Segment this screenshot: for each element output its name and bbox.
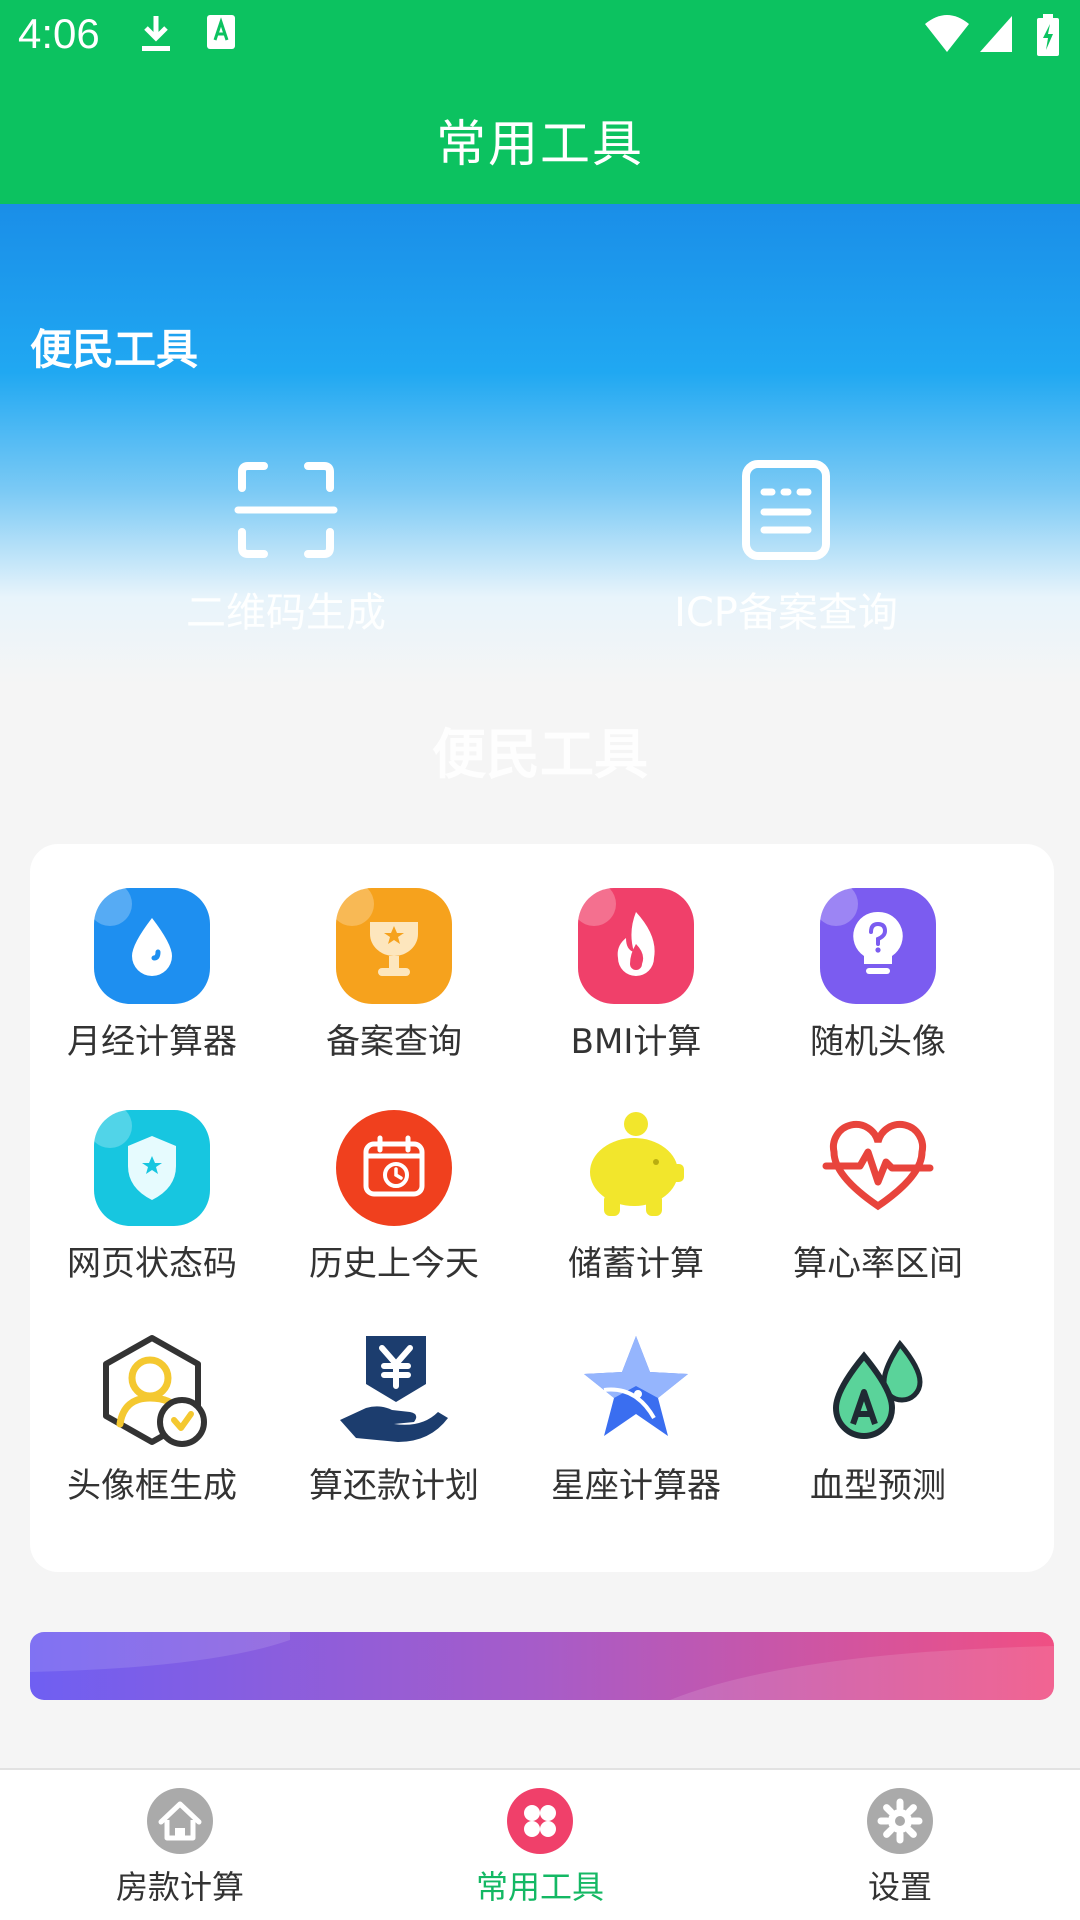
yuan-hand-icon [340, 1336, 448, 1442]
tool-heart-rate[interactable]: 算心率区间 [758, 1110, 998, 1285]
page-title: 常用工具 [436, 115, 644, 173]
tool-savings-calculator[interactable]: 储蓄计算 [516, 1110, 756, 1285]
flame-icon [578, 888, 694, 1004]
qr-generator-label: 二维码生成 [186, 590, 386, 636]
status-bar: 4:06 [0, 0, 1080, 74]
tool-bmi-calculator[interactable]: BMI计算 [516, 888, 756, 1063]
avatar-frame-icon [103, 1335, 207, 1447]
heart-rate-icon [822, 1120, 934, 1211]
tab-label: 房款计算 [115, 1868, 244, 1906]
tool-avatar-frame[interactable]: 头像框生成 [32, 1332, 272, 1507]
tool-history-today[interactable]: 历史上今天 [274, 1110, 514, 1285]
tool-label: 血型预测 [810, 1466, 946, 1506]
tool-blood-type[interactable]: 血型预测 [758, 1332, 998, 1507]
battery-icon [1037, 14, 1059, 56]
tool-label: 备案查询 [326, 1022, 462, 1062]
blood-drops-icon [832, 1339, 923, 1439]
promo-banner[interactable] [30, 1632, 1054, 1700]
status-time: 4:06 [18, 10, 100, 57]
tool-label: 随机头像 [810, 1022, 946, 1062]
icp-query-label: ICP备案查询 [674, 590, 898, 636]
tools-card: 月经计算器 备案查询 BMI计算 随机头像 网页状态码 历史上今天 储蓄计算 算… [30, 844, 1054, 1572]
trophy-icon [336, 888, 452, 1004]
tool-zodiac-calculator[interactable]: 星座计算器 [516, 1332, 756, 1507]
tab-common-tools[interactable]: 常用工具 [420, 1788, 660, 1908]
qr-generator-button[interactable]: 二维码生成 [146, 458, 426, 638]
wifi-icon [925, 15, 969, 52]
icp-query-button[interactable]: ICP备案查询 [646, 458, 926, 638]
piggy-bank-icon [590, 1112, 684, 1216]
home-icon [147, 1788, 213, 1854]
hero-section: 便民工具 二维码生成 ICP备案查询 便民工具 [0, 204, 1080, 786]
tab-house-payment[interactable]: 房款计算 [60, 1788, 300, 1908]
tool-random-avatar[interactable]: 随机头像 [758, 888, 998, 1063]
water-drop-icon [94, 888, 210, 1004]
tool-http-status[interactable]: 网页状态码 [32, 1110, 272, 1285]
app-bar: 常用工具 [0, 74, 1080, 204]
tab-label: 设置 [867, 1868, 932, 1906]
tool-label: 历史上今天 [309, 1244, 479, 1284]
cell-signal-icon [980, 16, 1012, 52]
document-icon [742, 460, 830, 560]
qr-scan-icon [234, 462, 338, 558]
section-watermark: 便民工具 [432, 723, 648, 786]
tool-record-query[interactable]: 备案查询 [274, 888, 514, 1063]
tool-period-calculator[interactable]: 月经计算器 [32, 888, 272, 1063]
section-title: 便民工具 [30, 325, 199, 374]
tool-label: 头像框生成 [67, 1466, 237, 1506]
bottom-tab-bar: 房款计算 常用工具 设置 [0, 1768, 1080, 1920]
gear-icon [867, 1788, 933, 1854]
star-icon [584, 1336, 688, 1436]
tool-label: BMI计算 [570, 1022, 702, 1062]
tool-label: 算还款计划 [309, 1466, 479, 1506]
tab-settings[interactable]: 设置 [780, 1788, 1020, 1908]
tool-label: 网页状态码 [67, 1244, 237, 1284]
banner-wave-decoration [30, 1632, 1054, 1700]
clover-icon [507, 1788, 573, 1854]
shield-star-icon [94, 1110, 210, 1226]
tool-repayment-plan[interactable]: 算还款计划 [274, 1332, 514, 1507]
download-icon [142, 16, 170, 51]
lightbulb-question-icon [820, 888, 936, 1004]
tool-label: 储蓄计算 [568, 1244, 704, 1284]
app-notification-icon [207, 15, 235, 49]
tool-label: 算心率区间 [793, 1244, 963, 1284]
tool-label: 星座计算器 [551, 1466, 721, 1506]
tool-label: 月经计算器 [67, 1022, 237, 1062]
calendar-history-icon [336, 1110, 452, 1226]
tab-label: 常用工具 [475, 1868, 604, 1906]
